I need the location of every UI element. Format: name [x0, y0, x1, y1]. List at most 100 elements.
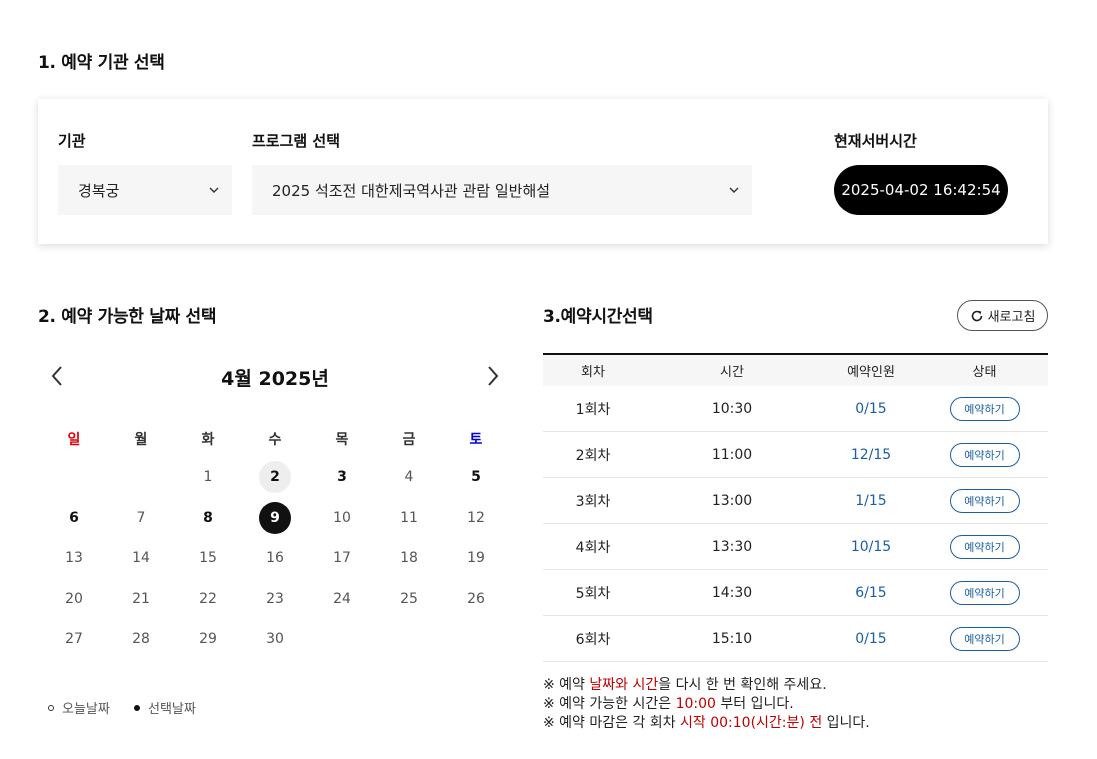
notice-2-b: 10:00 [675, 696, 716, 712]
calendar-day[interactable]: 24 [326, 583, 358, 615]
weekday-label: 목 [335, 432, 349, 448]
weekday-label: 금 [402, 432, 416, 448]
notice-3-a: ※ 예약 마감은 각 회차 [543, 715, 681, 731]
reserve-button[interactable]: 예약하기 [949, 626, 1020, 651]
legend-today-label: 오늘날짜 [62, 702, 110, 717]
table-row: 6회차 15:10 0/15 예약하기 [543, 616, 1048, 662]
col-round-header: 회차 [581, 365, 605, 380]
calendar-day[interactable]: 27 [58, 623, 90, 655]
institution-card: 기관 경복궁 프로그램 선택 2025 석조전 대한제국역사관 관람 일반해설 … [38, 99, 1048, 244]
reserve-button[interactable]: 예약하기 [949, 396, 1020, 421]
calendar-day[interactable]: 8 [192, 502, 224, 534]
time-cell: 13:30 [711, 538, 753, 555]
notice-3-c: 입니다. [822, 715, 870, 731]
calendar-day[interactable]: 6 [58, 502, 90, 534]
today-marker-icon [48, 704, 54, 711]
col-status-header: 상태 [972, 365, 997, 380]
table-header: 회차 시간 예약인원 상태 [543, 353, 1048, 386]
calendar-day[interactable]: 30 [259, 623, 291, 655]
calendar-day[interactable]: 12 [460, 502, 492, 534]
legend-selected: 선택날짜 [134, 698, 196, 717]
weekday-label: 월 [134, 432, 148, 448]
reserve-button[interactable]: 예약하기 [949, 580, 1020, 605]
program-label: 프로그램 선택 [252, 132, 341, 150]
calendar-day[interactable]: 14 [125, 542, 157, 574]
chevron-down-icon [209, 187, 219, 193]
status-cell: 예약하기 [921, 396, 1048, 421]
notice-2-a: ※ 예약 가능한 시간은 [543, 696, 676, 712]
time-cell: 14:30 [711, 584, 753, 601]
round-cell: 3회차 [575, 493, 611, 510]
calendar-day[interactable]: 26 [460, 583, 492, 615]
count-cell: 12/15 [850, 446, 892, 463]
calendar-day[interactable]: 3 [326, 461, 358, 493]
status-cell: 예약하기 [921, 442, 1048, 467]
calendar-day[interactable]: 15 [192, 542, 224, 574]
weekday-label: 화 [201, 432, 215, 448]
count-cell: 6/15 [855, 584, 887, 601]
calendar-day[interactable]: 17 [326, 542, 358, 574]
program-select[interactable]: 2025 석조전 대한제국역사관 관람 일반해설 [252, 165, 752, 215]
time-cell: 13:00 [711, 492, 753, 509]
status-cell: 예약하기 [921, 488, 1048, 513]
calendar-day[interactable]: 4 [393, 461, 425, 493]
legend-selected-label: 선택날짜 [148, 702, 196, 717]
calendar-day[interactable]: 19 [460, 542, 492, 574]
calendar-day-today[interactable]: 2 [259, 461, 291, 493]
calendar-day[interactable]: 20 [58, 583, 90, 615]
notice-3-b: 시작 00:10(시간:분) 전 [680, 715, 823, 731]
time-cell: 15:10 [711, 630, 753, 647]
calendar-day[interactable]: 13 [58, 542, 90, 574]
round-cell: 4회차 [575, 539, 611, 556]
round-cell: 6회차 [575, 631, 611, 648]
server-time-label: 현재서버시간 [834, 132, 917, 150]
table-row: 5회차 14:30 6/15 예약하기 [543, 570, 1048, 616]
calendar-day[interactable]: 25 [393, 583, 425, 615]
calendar-day[interactable]: 28 [125, 623, 157, 655]
section2-title: 2. 예약 가능한 날짜 선택 [38, 307, 217, 327]
institution-value: 경복궁 [78, 181, 120, 200]
time-cell: 10:30 [711, 400, 753, 417]
table-row: 4회차 13:30 10/15 예약하기 [543, 524, 1048, 570]
calendar-day-selected[interactable]: 9 [259, 501, 291, 534]
notice-1-a: ※ 예약 [543, 677, 590, 693]
calendar-day[interactable]: 11 [393, 502, 425, 534]
calendar-day[interactable]: 22 [192, 583, 224, 615]
notice-2-c: 부터 입니다. [715, 696, 794, 712]
reserve-button[interactable]: 예약하기 [949, 488, 1020, 513]
calendar-day[interactable]: 16 [259, 542, 291, 574]
notice-1-b: 날짜와 시간 [589, 677, 659, 693]
reserve-button[interactable]: 예약하기 [949, 534, 1020, 559]
calendar-day[interactable]: 7 [125, 502, 157, 534]
selected-marker-icon [134, 704, 140, 711]
time-slot-table: 회차 시간 예약인원 상태 1회차 10:30 0/15 예약하기 2회차 11:00 12… [543, 353, 1048, 662]
table-row: 3회차 13:00 1/15 예약하기 [543, 478, 1048, 524]
calendar-day[interactable]: 18 [393, 542, 425, 574]
status-cell: 예약하기 [921, 626, 1048, 651]
calendar-day[interactable]: 5 [460, 461, 492, 493]
weekday-label: 토 [469, 432, 483, 448]
notice-text: ※ 예약 날짜와 시간을 다시 한 번 확인해 주세요. ※ 예약 가능한 시간… [543, 676, 870, 733]
reserve-button[interactable]: 예약하기 [949, 442, 1020, 467]
count-cell: 10/15 [850, 538, 892, 555]
calendar-day[interactable]: 1 [192, 461, 224, 493]
refresh-button[interactable]: 새로고침 [957, 300, 1048, 331]
program-value: 2025 석조전 대한제국역사관 관람 일반해설 [272, 181, 551, 200]
col-time-header: 시간 [720, 365, 744, 380]
prev-month-icon[interactable] [46, 364, 70, 388]
table-row: 1회차 10:30 0/15 예약하기 [543, 386, 1048, 432]
round-cell: 2회차 [575, 447, 611, 464]
notice-line-3: ※ 예약 마감은 각 회차 시작 00:10(시간:분) 전 입니다. [543, 714, 870, 733]
notice-line-1: ※ 예약 날짜와 시간을 다시 한 번 확인해 주세요. [543, 676, 870, 695]
notice-line-2: ※ 예약 가능한 시간은 10:00 부터 입니다. [543, 695, 870, 714]
calendar-day[interactable]: 23 [259, 583, 291, 615]
time-cell: 11:00 [711, 446, 753, 463]
calendar-day[interactable]: 10 [326, 502, 358, 534]
weekday-label: 일 [67, 432, 81, 448]
institution-label: 기관 [58, 132, 86, 150]
calendar-day[interactable]: 21 [125, 583, 157, 615]
status-cell: 예약하기 [921, 580, 1048, 605]
calendar-day[interactable]: 29 [192, 623, 224, 655]
institution-select[interactable]: 경복궁 [58, 165, 232, 215]
next-month-icon[interactable] [480, 364, 504, 388]
